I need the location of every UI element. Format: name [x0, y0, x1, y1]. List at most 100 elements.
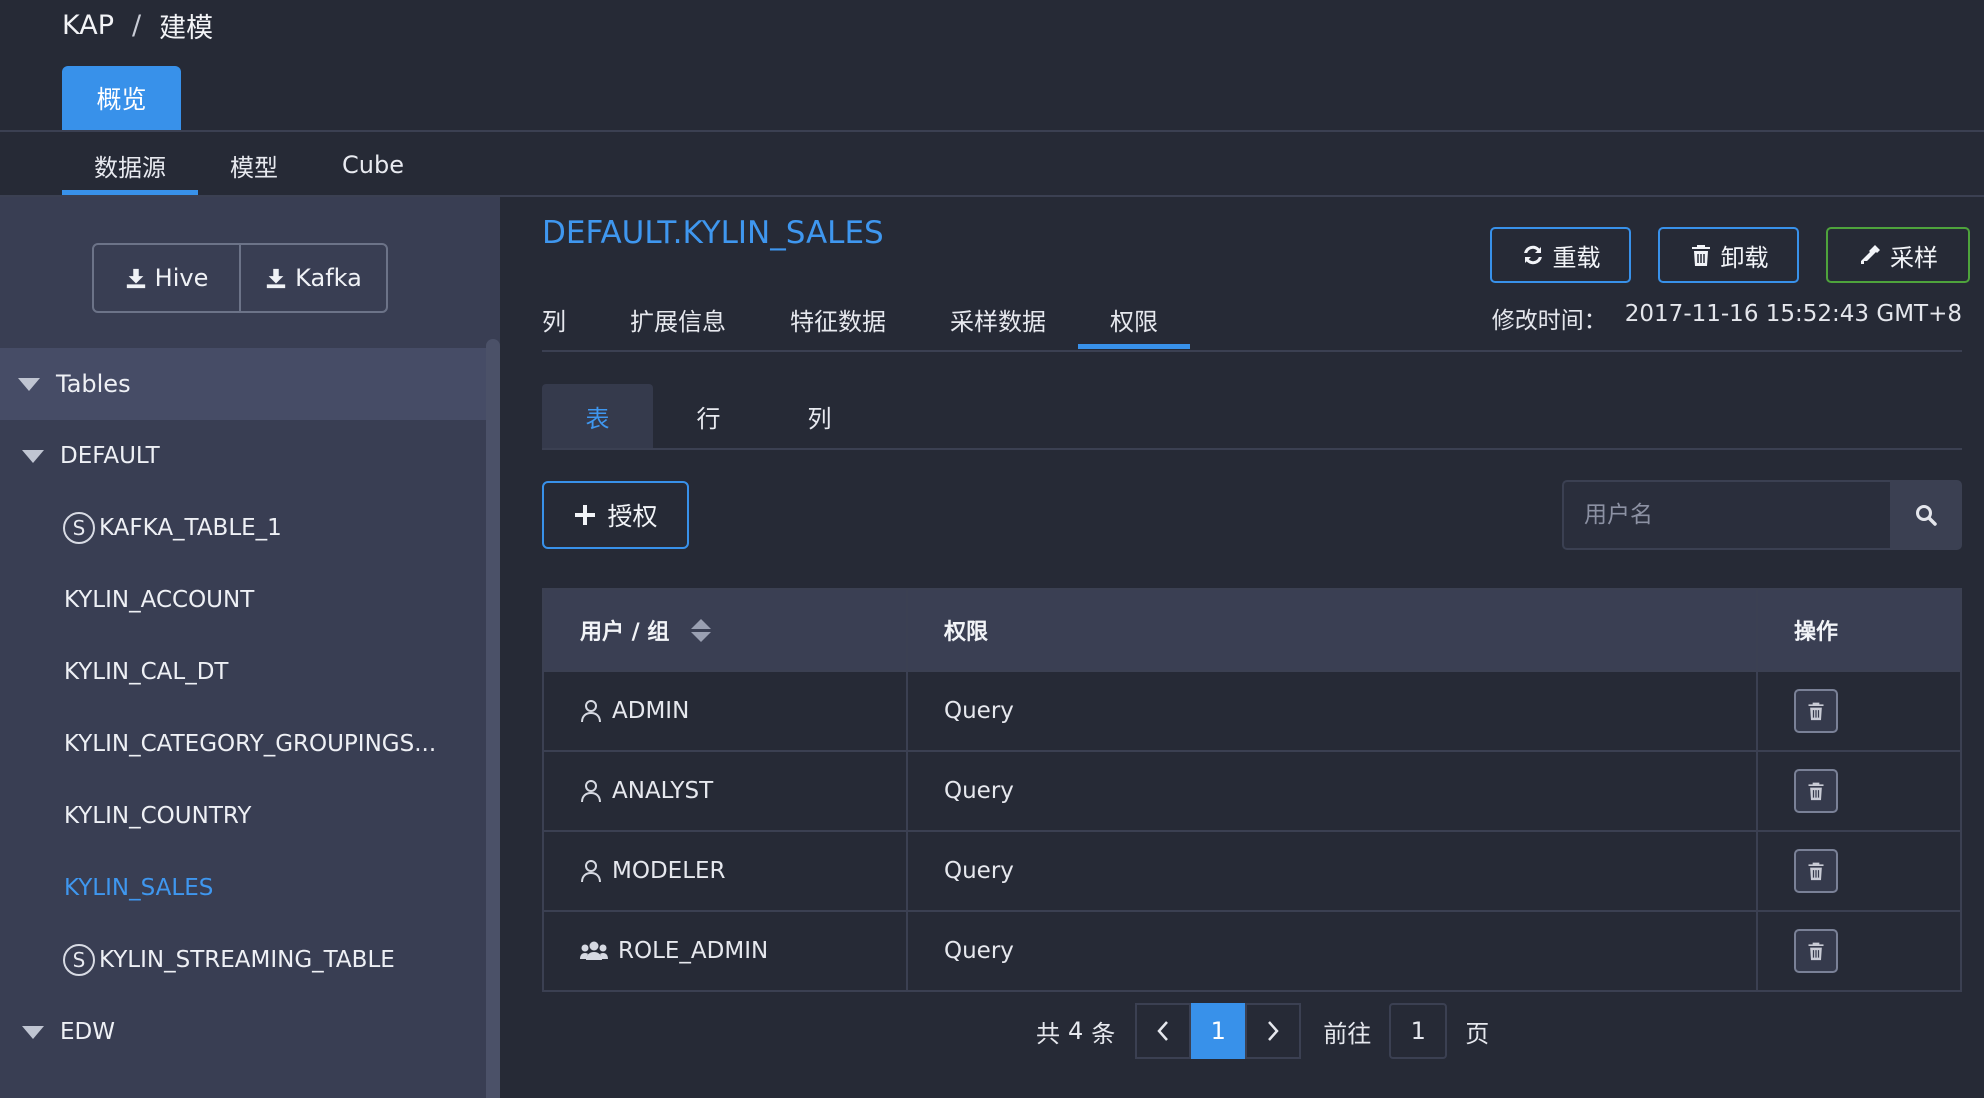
tree-root-label: Tables [56, 370, 131, 398]
delete-button[interactable] [1794, 929, 1838, 973]
unload-label: 卸载 [1720, 243, 1769, 272]
header-actions: 操作 [1794, 620, 1839, 645]
tab-overview[interactable]: 概览 [62, 66, 181, 130]
tab-columns[interactable]: 列 [542, 289, 598, 349]
perm-tab-table[interactable]: 表 [542, 384, 653, 448]
tab-feature-data[interactable]: 特征数据 [758, 289, 918, 349]
tree-table-kylin-account[interactable]: KYLIN_ACCOUNT [0, 564, 486, 636]
goto-suffix: 页 [1465, 1019, 1490, 1048]
search-button[interactable] [1890, 480, 1962, 550]
username-search-input[interactable] [1562, 480, 1890, 550]
total-count: 4 [1068, 1017, 1084, 1045]
header-permission: 权限 [908, 590, 1758, 670]
pagination: 共 4 条 1 前往 1 页 [1036, 1002, 1489, 1060]
tab-permissions[interactable]: 权限 [1078, 289, 1190, 349]
table-row: ADMIN Query [544, 670, 1960, 750]
user-icon [581, 780, 601, 803]
reload-button[interactable]: 重载 [1490, 227, 1631, 283]
user-icon [581, 700, 601, 723]
cell-user: ANALYST [544, 752, 908, 830]
caret-down-icon[interactable] [22, 1025, 44, 1039]
tree-table-kylin-cal-dt[interactable]: KYLIN_CAL_DT [0, 636, 486, 708]
prev-page-button[interactable] [1135, 1003, 1192, 1059]
tab-extended-info[interactable]: 扩展信息 [598, 289, 758, 349]
tree-db-default[interactable]: DEFAULT [0, 420, 486, 492]
cell-user: MODELER [544, 832, 908, 910]
load-kafka-button[interactable]: Kafka [239, 245, 386, 311]
tree-table-label: KYLIN_SALES [64, 875, 214, 901]
tree-table-kafka-table-1[interactable]: S KAFKA_TABLE_1 [0, 492, 486, 564]
divider [542, 448, 1962, 450]
breadcrumb-root[interactable]: KAP [62, 10, 114, 41]
tree-db-edw[interactable]: EDW [0, 996, 486, 1068]
breadcrumb-current: 建模 [159, 13, 214, 44]
caret-down-icon[interactable] [22, 449, 44, 463]
modified-value: 2017-11-16 15:52:43 GMT+8 [1624, 301, 1962, 327]
user-group-icon [580, 941, 608, 960]
grant-label: 授权 [607, 502, 658, 531]
tree-table-kylin-category-groupings[interactable]: KYLIN_CATEGORY_GROUPINGS... [0, 708, 486, 780]
detail-tabs: 列 扩展信息 特征数据 采样数据 权限 [542, 289, 1190, 349]
page-number-current[interactable]: 1 [1191, 1003, 1246, 1059]
streaming-icon: S [63, 512, 95, 544]
delete-button[interactable] [1794, 689, 1838, 733]
header-label: 用户 / 组 [580, 620, 670, 645]
user-search [1562, 480, 1962, 550]
cell-permission: Query [908, 832, 1758, 910]
plus-icon [575, 505, 596, 525]
subnav-datasource[interactable]: 数据源 [62, 135, 198, 195]
total-suffix: 条 [1091, 1019, 1116, 1048]
header-user-group[interactable]: 用户 / 组 [544, 590, 908, 670]
modified-label: 修改时间： [1491, 308, 1607, 334]
load-hive-button[interactable]: Hive [94, 245, 239, 311]
next-page-button[interactable] [1245, 1003, 1302, 1059]
tree-table-label: KYLIN_COUNTRY [64, 803, 252, 829]
eyedropper-icon [1861, 245, 1880, 264]
trash-icon [1808, 862, 1824, 881]
sidebar-scrollbar[interactable] [486, 339, 500, 1098]
search-icon [1916, 505, 1937, 526]
sidebar: Hive Kafka Tables DEFAULT S KAFKA_TABLE_… [0, 197, 500, 1098]
grant-button[interactable]: 授权 [542, 481, 689, 549]
perm-tab-column[interactable]: 列 [764, 384, 875, 448]
sample-button[interactable]: 采样 [1826, 227, 1970, 283]
delete-button[interactable] [1794, 849, 1838, 893]
caret-down-icon[interactable] [18, 377, 40, 391]
tree-table-kylin-streaming-table[interactable]: S KYLIN_STREAMING_TABLE [0, 924, 486, 996]
delete-button[interactable] [1794, 769, 1838, 813]
tree-table-kylin-sales[interactable]: KYLIN_SALES [0, 852, 486, 924]
refresh-icon [1523, 245, 1542, 265]
subnav-model[interactable]: 模型 [198, 135, 310, 195]
load-kafka-label: Kafka [295, 264, 362, 292]
cell-actions [1758, 752, 1960, 830]
goto-page-input[interactable]: 1 [1389, 1003, 1448, 1059]
cell-permission: Query [908, 912, 1758, 990]
download-icon [126, 268, 145, 289]
table-row: ROLE_ADMIN Query [544, 910, 1960, 990]
divider [542, 350, 1962, 352]
user-name: ADMIN [612, 698, 690, 724]
total-prefix: 共 [1036, 1019, 1060, 1048]
table-title: DEFAULT.KYLIN_SALES [542, 215, 884, 251]
tree-table-kylin-country[interactable]: KYLIN_COUNTRY [0, 780, 486, 852]
table-row: ANALYST Query [544, 750, 1960, 830]
tree-root-tables[interactable]: Tables [0, 348, 486, 420]
sort-icon[interactable] [691, 618, 712, 642]
table-tree: Tables DEFAULT S KAFKA_TABLE_1 KYLIN_ACC… [0, 348, 486, 1068]
tree-table-label: KYLIN_ACCOUNT [64, 587, 255, 613]
tree-table-label: KYLIN_CATEGORY_GROUPINGS... [64, 731, 437, 757]
streaming-icon: S [63, 944, 95, 976]
trash-icon [1808, 782, 1824, 801]
perm-tab-row[interactable]: 行 [653, 384, 764, 448]
tree-db-label: EDW [60, 1019, 115, 1045]
source-button-group: Hive Kafka [92, 243, 388, 313]
tab-sample-data[interactable]: 采样数据 [918, 289, 1078, 349]
cell-actions [1758, 912, 1960, 990]
unload-button[interactable]: 卸载 [1658, 227, 1799, 283]
main-panel: DEFAULT.KYLIN_SALES 重载 卸载 采样 列 扩展信息 特征数据… [500, 197, 1984, 1098]
cell-actions [1758, 832, 1960, 910]
cell-user: ROLE_ADMIN [544, 912, 908, 990]
goto-prefix: 前往 [1323, 1019, 1372, 1048]
subnav-cube[interactable]: Cube [310, 135, 436, 195]
group-name: ROLE_ADMIN [618, 938, 769, 964]
